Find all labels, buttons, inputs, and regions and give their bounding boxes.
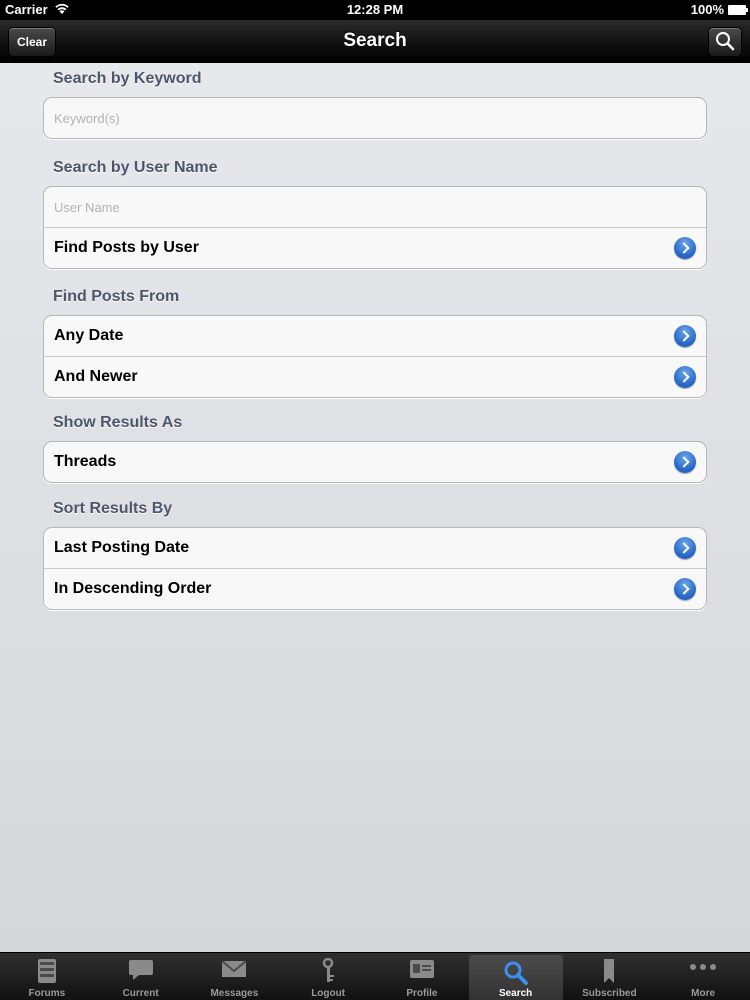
tab-bar: Forums Current Messages Logout Profile S… xyxy=(0,952,750,1000)
search-button[interactable] xyxy=(708,27,742,57)
forums-icon xyxy=(36,958,58,989)
results-as-section-header: Show Results As xyxy=(53,414,183,431)
keyword-group: Keyword(s) xyxy=(43,97,707,139)
disclosure-arrow-icon[interactable] xyxy=(674,451,696,473)
tab-subscribed[interactable]: Subscribed xyxy=(563,953,657,1000)
tab-more[interactable]: More xyxy=(656,953,750,1000)
disclosure-arrow-icon[interactable] xyxy=(674,537,696,559)
last-posting-date-label: Last Posting Date xyxy=(54,539,190,556)
page-title: Search xyxy=(343,30,407,51)
tab-current[interactable]: Current xyxy=(94,953,188,1000)
user-group: User Name Find Posts by User xyxy=(43,186,707,269)
bookmark-icon xyxy=(602,958,616,989)
tab-search-label: Search xyxy=(498,988,533,999)
envelope-icon xyxy=(221,958,248,985)
tab-profile[interactable]: Profile xyxy=(375,953,469,1000)
tab-messages[interactable]: Messages xyxy=(188,953,282,1000)
and-newer-label: And Newer xyxy=(54,368,138,385)
status-time: 12:28 PM xyxy=(346,2,404,17)
tab-logout-label: Logout xyxy=(311,988,346,999)
user-section-header: Search by User Name xyxy=(53,159,218,176)
posts-from-section-header: Find Posts From xyxy=(53,288,180,305)
threads-row[interactable]: Threads xyxy=(44,442,706,482)
status-bar: Carrier 12:28 PM 100% xyxy=(0,0,750,20)
results-as-group: Threads xyxy=(43,441,707,483)
posts-from-group: Any Date And Newer xyxy=(43,315,707,398)
user-name-input[interactable]: User Name xyxy=(54,200,120,215)
key-icon xyxy=(320,957,336,989)
sort-group: Last Posting Date In Descending Order xyxy=(43,527,707,610)
tab-forums-label: Forums xyxy=(28,988,66,999)
find-posts-by-user-label: Find Posts by User xyxy=(54,239,199,256)
sort-section-header: Sort Results By xyxy=(53,500,173,517)
speech-bubble-icon xyxy=(128,958,154,987)
disclosure-arrow-icon[interactable] xyxy=(674,237,696,259)
battery-icon xyxy=(728,5,748,15)
battery-percent: 100% xyxy=(690,2,724,17)
search-icon xyxy=(715,31,735,54)
any-date-label: Any Date xyxy=(54,327,124,344)
tab-logout[interactable]: Logout xyxy=(281,953,375,1000)
keyword-field[interactable]: Keyword(s) xyxy=(44,98,706,138)
descending-order-label: In Descending Order xyxy=(54,580,212,597)
and-newer-row[interactable]: And Newer xyxy=(44,356,706,397)
user-name-field[interactable]: User Name xyxy=(44,187,706,227)
tab-more-label: More xyxy=(691,988,716,999)
tab-profile-label: Profile xyxy=(406,988,438,999)
disclosure-arrow-icon[interactable] xyxy=(674,578,696,600)
search-icon xyxy=(503,960,529,991)
last-posting-date-row[interactable]: Last Posting Date xyxy=(44,528,706,568)
more-dots-icon xyxy=(688,958,718,983)
tab-messages-label: Messages xyxy=(210,988,259,999)
navigation-bar: Clear Search xyxy=(0,20,750,63)
any-date-row[interactable]: Any Date xyxy=(44,316,706,356)
tab-current-label: Current xyxy=(122,988,159,999)
tab-subscribed-label: Subscribed xyxy=(582,988,637,999)
threads-label: Threads xyxy=(54,453,117,470)
tab-search[interactable]: Search xyxy=(468,955,563,1000)
descending-order-row[interactable]: In Descending Order xyxy=(44,568,706,609)
find-posts-by-user-row[interactable]: Find Posts by User xyxy=(44,227,706,268)
tab-forums[interactable]: Forums xyxy=(0,953,94,1000)
keyword-section-header: Search by Keyword xyxy=(53,70,202,87)
id-card-icon xyxy=(409,958,435,985)
disclosure-arrow-icon[interactable] xyxy=(674,366,696,388)
keyword-input[interactable]: Keyword(s) xyxy=(54,111,120,126)
disclosure-arrow-icon[interactable] xyxy=(674,325,696,347)
